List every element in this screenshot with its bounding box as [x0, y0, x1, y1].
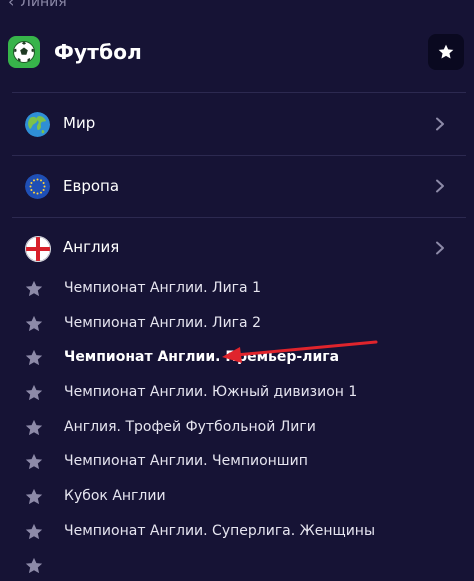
- favorite-button[interactable]: [428, 34, 464, 70]
- star-icon[interactable]: [24, 348, 44, 368]
- region-label: Англия: [63, 238, 120, 256]
- region-row-world[interactable]: Мир: [0, 96, 474, 152]
- league-row[interactable]: Чемпионат Англии. Чемпионшип: [0, 447, 474, 477]
- league-row-premier-league[interactable]: Чемпионат Англии. Премьер-лига: [0, 343, 474, 373]
- league-row[interactable]: Англия. Трофей Футбольной Лиги: [0, 413, 474, 443]
- league-label: Чемпионат Англии. Суперлига. Женщины: [64, 523, 375, 539]
- star-icon[interactable]: [24, 418, 44, 438]
- divider: [12, 217, 466, 218]
- region-row-europe[interactable]: Европа: [0, 159, 474, 215]
- league-label: Чемпионат Англии. Чемпионшип: [64, 453, 308, 469]
- league-row[interactable]: Чемпионат Англии. Лига 2: [0, 309, 474, 339]
- league-label: Чемпионат Англии. Южный дивизион 1: [64, 384, 358, 400]
- league-label: Англия. Трофей Футбольной Лиги: [64, 419, 316, 435]
- star-icon[interactable]: [24, 487, 44, 507]
- page-title: Футбол: [54, 40, 143, 64]
- region-row-england[interactable]: Англия: [0, 220, 474, 276]
- star-icon[interactable]: [24, 314, 44, 334]
- divider: [12, 92, 466, 93]
- league-row[interactable]: [0, 551, 474, 581]
- league-label: Чемпионат Англии. Премьер-лига: [64, 349, 340, 365]
- region-label: Мир: [63, 114, 96, 132]
- star-icon[interactable]: [24, 522, 44, 542]
- chevron-right-icon: [436, 179, 444, 193]
- back-link[interactable]: ‹ Линия: [8, 0, 67, 12]
- globe-icon: [25, 112, 50, 137]
- star-icon[interactable]: [24, 279, 44, 299]
- league-row[interactable]: Кубок Англии: [0, 482, 474, 512]
- star-icon[interactable]: [24, 452, 44, 472]
- star-icon[interactable]: [24, 383, 44, 403]
- league-label: Чемпионат Англии. Лига 1: [64, 280, 261, 296]
- back-link-label: Линия: [20, 0, 67, 10]
- eu-flag-icon: [25, 174, 50, 199]
- league-label: Кубок Англии: [64, 488, 166, 504]
- region-label: Европа: [63, 177, 120, 195]
- divider: [12, 155, 466, 156]
- league-row[interactable]: Чемпионат Англии. Суперлига. Женщины: [0, 517, 474, 547]
- page-header: Футбол: [0, 30, 474, 78]
- star-icon[interactable]: [24, 556, 44, 576]
- league-label: Чемпионат Англии. Лига 2: [64, 315, 261, 331]
- england-flag-icon: [25, 236, 51, 262]
- league-row[interactable]: Чемпионат Англии. Лига 1: [0, 274, 474, 304]
- chevron-left-icon: ‹: [8, 0, 15, 11]
- league-row[interactable]: Чемпионат Англии. Южный дивизион 1: [0, 378, 474, 408]
- chevron-right-icon: [436, 117, 444, 131]
- soccer-ball-icon: [8, 36, 40, 68]
- chevron-right-icon: [436, 241, 444, 255]
- star-icon: [438, 44, 454, 59]
